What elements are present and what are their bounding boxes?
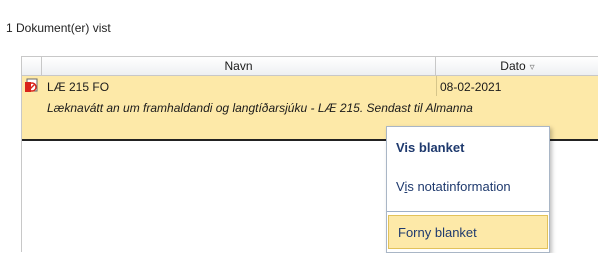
column-header-dato-label: Dato xyxy=(500,59,526,73)
column-header-navn-label: Navn xyxy=(224,59,253,73)
column-header-icon[interactable] xyxy=(22,57,42,75)
column-header-dato[interactable]: Dato ▿ xyxy=(436,57,598,75)
row-date: 08-02-2021 xyxy=(440,80,502,94)
menu-separator xyxy=(387,211,549,212)
row-title: LÆ 215 FO xyxy=(47,80,110,94)
pdf-document-icon xyxy=(25,78,38,92)
menu-item-vis-notatinformation[interactable]: Vis notatinformation xyxy=(387,170,549,203)
menu-item-vis-blanket[interactable]: Vis blanket xyxy=(387,131,549,164)
column-header-navn[interactable]: Navn xyxy=(42,57,436,75)
row-icon-cell xyxy=(22,76,42,95)
document-count-label: 1 Dokument(er) vist xyxy=(6,21,111,35)
menu-item-forny-blanket[interactable]: Forny blanket xyxy=(388,215,548,249)
row-column-divider xyxy=(436,76,437,96)
row-description: Læknavátt an um framhaldandi og langtíða… xyxy=(47,101,473,115)
table-header: Navn Dato ▿ xyxy=(22,57,598,76)
menu-item-label-post: s notatinformation xyxy=(407,179,511,194)
sort-descending-icon: ▿ xyxy=(529,62,535,73)
context-menu: Vis blanket Vis notatinformation Forny b… xyxy=(386,126,550,253)
